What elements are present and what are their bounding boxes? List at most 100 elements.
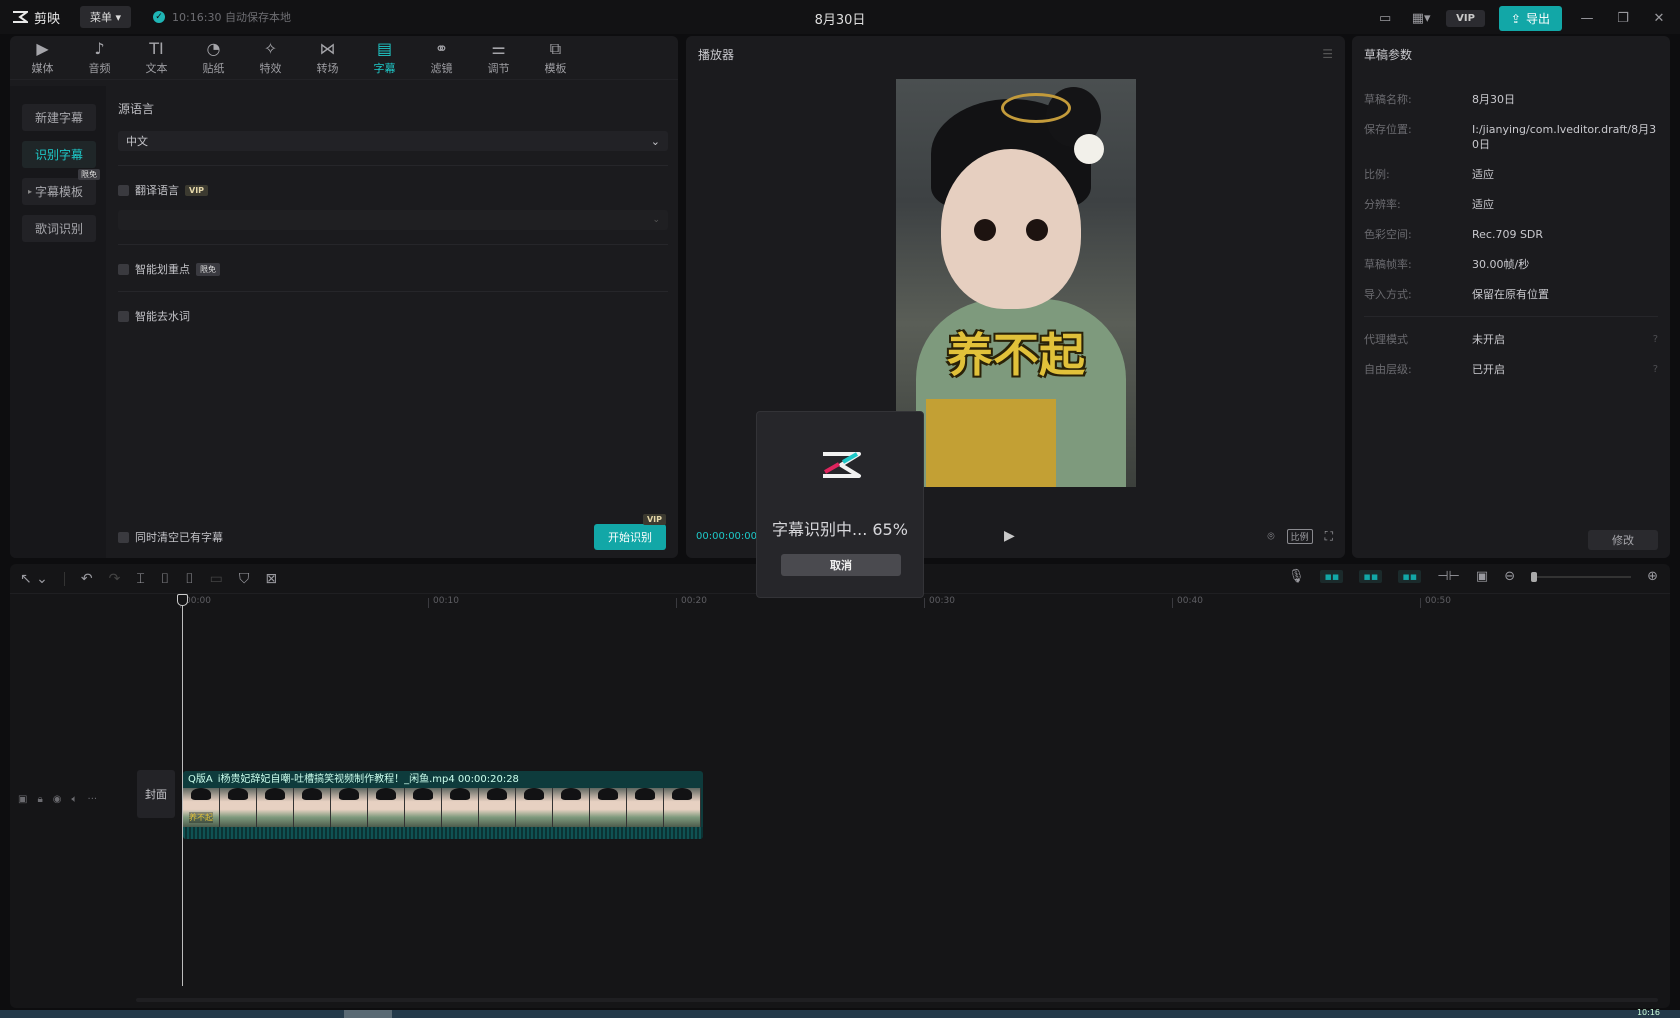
split-icon[interactable]: ⌶	[136, 571, 144, 587]
timeline-scrollbar[interactable]	[136, 998, 1658, 1002]
select-tool-icon[interactable]: ↖ ⌄	[20, 571, 48, 587]
subtitle-icon: ▤	[376, 38, 393, 58]
row-key: 代理模式	[1364, 333, 1408, 346]
main-track-link-icon[interactable]: ▪▪	[1320, 570, 1344, 583]
shortcut-icon[interactable]: ▭	[1374, 9, 1396, 29]
zoom-slider[interactable]	[1531, 571, 1632, 582]
tick-mark	[1420, 598, 1421, 608]
play-icon[interactable]: ▶	[1004, 528, 1015, 544]
lock-icon[interactable]: 🔒︎	[37, 794, 42, 805]
fit-icon[interactable]: ⌾	[1267, 529, 1274, 544]
taskbar-item[interactable]	[344, 1010, 392, 1018]
autosave-text: 10:16:30 自动保存本地	[172, 11, 291, 24]
clear-existing-checkbox[interactable]	[118, 531, 129, 543]
menu-button[interactable]: 菜单 ▾	[80, 6, 132, 28]
vip-tag: VIP	[185, 184, 209, 196]
export-button[interactable]: ⇪ 导出	[1498, 6, 1562, 31]
close-icon[interactable]: ✕	[1648, 9, 1670, 29]
tab-media[interactable]: ▶ 媒体	[14, 36, 71, 79]
row-value: 未开启	[1472, 333, 1505, 346]
layout-icon[interactable]: ▦▾	[1410, 9, 1432, 29]
hair-flower	[1074, 134, 1104, 164]
draft-row: 保存位置: I:/jianying/com.lveditor.draft/8月30…	[1352, 122, 1670, 152]
figure-skirt	[926, 399, 1056, 487]
tab-effects[interactable]: ✧ 特效	[242, 36, 299, 79]
divider	[118, 165, 668, 166]
tab-label: 特效	[259, 61, 282, 75]
help-icon[interactable]: ?	[1653, 362, 1658, 377]
sidebar-item-subtitle-template[interactable]: ▸ 字幕模板 限免	[22, 169, 100, 205]
clip-frame	[479, 788, 516, 827]
trim-left-icon[interactable]: ⌷	[161, 571, 169, 587]
sidebar-item-new-subtitle[interactable]: 新建字幕	[22, 104, 96, 131]
tick-mark	[1172, 598, 1173, 608]
tab-transition[interactable]: ⋈ 转场	[299, 36, 356, 79]
clip-subtitle: 养不起	[189, 812, 213, 823]
linkage-icon[interactable]: ▪▪	[1398, 570, 1422, 583]
video-preview[interactable]: 养不起	[896, 79, 1136, 487]
restore-icon[interactable]: ❐	[1612, 9, 1634, 29]
remove-filler-option[interactable]: 智能去水词	[118, 308, 668, 324]
eye-icon[interactable]: ◉	[53, 794, 62, 805]
zoom-out-icon[interactable]: ⊖	[1504, 569, 1515, 584]
smart-split-option[interactable]: 智能划重点 限免	[118, 261, 668, 277]
preview-axis-icon[interactable]: ⊣⊢	[1437, 569, 1460, 584]
more-icon[interactable]: ···	[88, 794, 98, 805]
trim-right-icon[interactable]: ⌷	[185, 571, 193, 587]
free-badge: 限免	[78, 169, 100, 180]
tab-filter[interactable]: ⚭ 滤镜	[413, 36, 470, 79]
draft-row: 草稿名称: 8月30日	[1352, 92, 1670, 107]
cover-button[interactable]: 封面	[137, 770, 175, 818]
tab-sticker[interactable]: ◔ 贴纸	[185, 36, 242, 79]
source-language-select[interactable]: 中文 ⌄	[118, 131, 668, 151]
microphone-icon[interactable]: 🎙	[1288, 569, 1305, 584]
tab-label: 媒体	[31, 61, 54, 75]
cancel-button[interactable]: 取消	[781, 554, 901, 576]
ratio-button[interactable]: 比例	[1286, 528, 1313, 544]
clear-existing-option[interactable]: 同时清空已有字幕	[118, 529, 223, 545]
marker-icon[interactable]: ⛉	[239, 571, 250, 587]
tick-label: 00:20	[681, 596, 707, 606]
ai-cut-icon[interactable]: ⊠	[265, 571, 277, 587]
smart-split-checkbox[interactable]	[118, 263, 129, 275]
sidebar-item-lyrics[interactable]: 歌词识别	[22, 215, 96, 242]
row-key: 草稿名称:	[1364, 93, 1412, 106]
remove-filler-checkbox[interactable]	[118, 310, 129, 322]
speaker-icon[interactable]: 🔈︎	[72, 794, 78, 805]
tab-subtitle[interactable]: ▤ 字幕	[356, 36, 413, 79]
row-key: 自由层级:	[1364, 363, 1412, 376]
translate-checkbox[interactable]	[118, 184, 129, 196]
progress-text: 字幕识别中... 65%	[772, 520, 908, 539]
sidebar-item-recognize-subtitle[interactable]: 识别字幕	[22, 141, 96, 168]
minimize-icon[interactable]: —	[1576, 9, 1598, 29]
clip-frame	[442, 788, 479, 827]
help-icon[interactable]: ?	[1653, 332, 1658, 347]
track-cover-icon[interactable]: ▣	[18, 794, 27, 805]
undo-icon[interactable]: ↶	[81, 571, 93, 587]
edit-button[interactable]: 修改	[1588, 530, 1658, 550]
playhead-handle[interactable]	[177, 594, 188, 606]
menu-label: 菜单	[90, 11, 113, 24]
audio-waveform	[183, 827, 703, 839]
translate-option[interactable]: 翻译语言 VIP	[118, 182, 668, 198]
check-icon: ✓	[153, 11, 166, 23]
source-language-label: 源语言	[118, 102, 155, 116]
row-value: Rec.709 SDR	[1472, 228, 1544, 241]
tool-tabs: ▶ 媒体 ♪ 音频 TI 文本 ◔ 贴纸 ✧ 特效 ⋈ 转场 ▤ 字幕 ⚭ 滤镜 ⚌ 调节 ⧉ 模板	[10, 36, 678, 80]
tab-text[interactable]: TI 文本	[128, 36, 185, 79]
tab-adjust[interactable]: ⚌ 调节	[470, 36, 527, 79]
start-recognition-button[interactable]: 开始识别 VIP	[594, 514, 666, 550]
vip-badge[interactable]: VIP	[1446, 10, 1485, 27]
audio-icon: ♪	[94, 38, 105, 58]
auto-snap-icon[interactable]: ▪▪	[1359, 570, 1383, 583]
row-value: 保留在原有位置	[1472, 288, 1549, 301]
tab-template[interactable]: ⧉ 模板	[527, 36, 584, 79]
divider	[1364, 316, 1658, 317]
time-ruler[interactable]: 00:00 00:10 00:20 00:30 00:40 00:50	[180, 596, 1670, 610]
screen-icon[interactable]: ▣	[1476, 569, 1488, 584]
zoom-in-icon[interactable]: ⊕	[1647, 569, 1658, 584]
hamburger-icon[interactable]: ☰	[1322, 47, 1333, 61]
tab-audio[interactable]: ♪ 音频	[71, 36, 128, 79]
fullscreen-icon[interactable]: ⛶	[1325, 529, 1333, 544]
video-clip[interactable]: Q版A i杨贵妃辞妃自嘲-吐槽搞笑视频制作教程！_闲鱼.mp4 00:00:20…	[183, 771, 703, 839]
